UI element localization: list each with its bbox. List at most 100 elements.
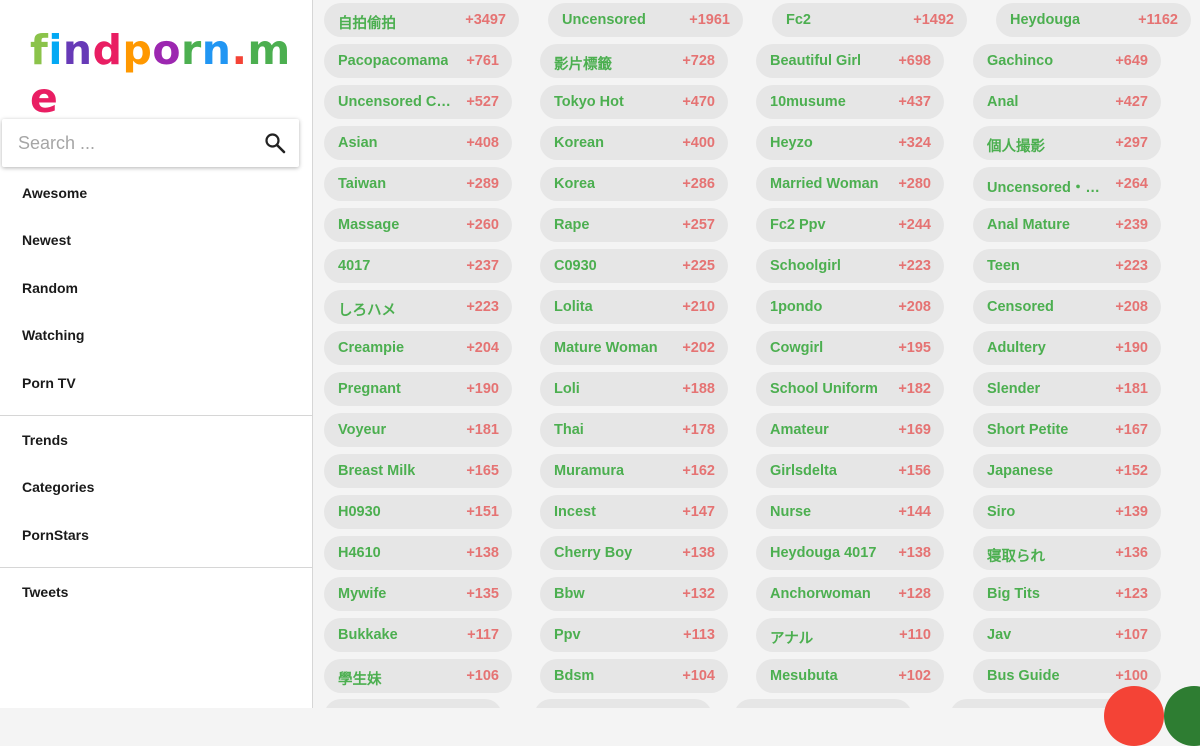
tag-count: +264	[1115, 176, 1148, 192]
tag-pill[interactable]: Girlsdelta +156	[756, 454, 944, 488]
tag-pill[interactable]: Heydouga +1162	[996, 3, 1191, 37]
menu-item-newest[interactable]: Newest	[22, 232, 71, 248]
tag-pill[interactable]: Muramura +162	[540, 454, 728, 488]
tag-pill[interactable]: Anal +427	[973, 85, 1161, 119]
tag-pill[interactable]: Gachinco +649	[973, 44, 1161, 78]
tag-pill[interactable]: Beautiful Girl +698	[756, 44, 944, 78]
tag-pill[interactable]: Teen +223	[973, 249, 1161, 283]
tag-pill[interactable]: Rape +257	[540, 208, 728, 242]
tag-count: +100	[1115, 668, 1148, 684]
tag-pill[interactable]: Fc2 +1492	[772, 3, 967, 37]
tag-pill[interactable]: Cowgirl +195	[756, 331, 944, 365]
tag-pill[interactable]: Mesubuta +102	[756, 659, 944, 693]
tag-pill[interactable]: Slender +181	[973, 372, 1161, 406]
tag-pill[interactable]: Tokyo Hot +470	[540, 85, 728, 119]
tag-pill[interactable]: 學生妹 +106	[324, 659, 512, 693]
tag-pill[interactable]: Anchorwoman +128	[756, 577, 944, 611]
tag-name: Creampie	[338, 340, 405, 356]
tag-pill[interactable]: Mature Woman +202	[540, 331, 728, 365]
tag-pill[interactable]: 10musume +437	[756, 85, 944, 119]
tag-name: Heyzo	[770, 135, 813, 151]
fab-button-red[interactable]	[1104, 686, 1164, 746]
menu-item-random[interactable]: Random	[22, 280, 78, 296]
tag-pill[interactable]: アナル +110	[756, 618, 944, 652]
tag-pill[interactable]	[324, 699, 502, 708]
tag-pill[interactable]: Pregnant +190	[324, 372, 512, 406]
menu-item-trends[interactable]: Trends	[22, 432, 68, 448]
tag-pill[interactable]: Lolita +210	[540, 290, 728, 324]
tag-count: +223	[466, 299, 499, 315]
tag-pill[interactable]: Massage +260	[324, 208, 512, 242]
menu-item-porn-tv[interactable]: Porn TV	[22, 375, 76, 391]
tag-name: Fc2	[786, 12, 811, 28]
menu-item-awesome[interactable]: Awesome	[22, 185, 87, 201]
tag-pill[interactable]: Taiwan +289	[324, 167, 512, 201]
tag-pill[interactable]	[734, 699, 912, 708]
tag-pill[interactable]: Adultery +190	[973, 331, 1161, 365]
tag-pill[interactable]: H4610 +138	[324, 536, 512, 570]
tag-pill[interactable]: Korea +286	[540, 167, 728, 201]
tag-pill[interactable]: Breast Milk +165	[324, 454, 512, 488]
tag-pill[interactable]: Nurse +144	[756, 495, 944, 529]
tag-pill[interactable]: Bukkake +117	[324, 618, 512, 652]
tag-pill[interactable]: C0930 +225	[540, 249, 728, 283]
tag-pill[interactable]: Mywife +135	[324, 577, 512, 611]
tag-pill[interactable]: 4017 +237	[324, 249, 512, 283]
tag-pill[interactable]: Uncensored Creampie +527	[324, 85, 512, 119]
tag-pill[interactable]: Heydouga 4017 +138	[756, 536, 944, 570]
tag-name: Adultery	[987, 340, 1046, 356]
menu-item-categories[interactable]: Categories	[22, 479, 94, 495]
tag-pill[interactable]: Siro +139	[973, 495, 1161, 529]
tag-pill[interactable]: Loli +188	[540, 372, 728, 406]
tag-pill[interactable]: Pacopacomama +761	[324, 44, 512, 78]
tag-pill[interactable]: Creampie +204	[324, 331, 512, 365]
tag-pill[interactable]: 寝取られ +136	[973, 536, 1161, 570]
tag-pill[interactable]: 個人撮影 +297	[973, 126, 1161, 160]
tag-count: +113	[683, 627, 715, 643]
tag-count: +728	[682, 53, 715, 69]
tag-pill[interactable]: Uncensored・無修正 +264	[973, 167, 1161, 201]
menu-item-watching[interactable]: Watching	[22, 327, 84, 343]
tag-pill[interactable]	[534, 699, 712, 708]
tag-pill[interactable]: しろハメ +223	[324, 290, 512, 324]
tag-pill[interactable]	[950, 699, 1128, 708]
tag-pill[interactable]: Asian +408	[324, 126, 512, 160]
tag-pill[interactable]: Married Woman +280	[756, 167, 944, 201]
tag-pill[interactable]: Korean +400	[540, 126, 728, 160]
site-logo[interactable]: findporn.me	[30, 26, 312, 122]
tag-pill[interactable]: Voyeur +181	[324, 413, 512, 447]
search-input[interactable]	[18, 131, 248, 155]
tag-pill[interactable]: Heyzo +324	[756, 126, 944, 160]
tag-pill[interactable]: Bdsm +104	[540, 659, 728, 693]
tag-pill[interactable]: Big Tits +123	[973, 577, 1161, 611]
tag-pill[interactable]: Amateur +169	[756, 413, 944, 447]
tag-pill[interactable]: Bbw +132	[540, 577, 728, 611]
tag-pill[interactable]: School Uniform +182	[756, 372, 944, 406]
tag-count: +223	[1115, 258, 1148, 274]
tag-pill[interactable]: Jav +107	[973, 618, 1161, 652]
tag-pill[interactable]: Incest +147	[540, 495, 728, 529]
tag-pill[interactable]: 自拍偷拍 +3497	[324, 3, 519, 37]
tag-pill[interactable]: Schoolgirl +223	[756, 249, 944, 283]
tag-name: Girlsdelta	[770, 463, 837, 479]
search-icon[interactable]	[263, 131, 287, 155]
menu-item-pornstars[interactable]: PornStars	[22, 527, 89, 543]
tag-pill[interactable]: Uncensored +1961	[548, 3, 743, 37]
tag-count: +257	[682, 217, 715, 233]
tag-pill[interactable]: Short Petite +167	[973, 413, 1161, 447]
tag-pill[interactable]: Ppv +113	[540, 618, 728, 652]
tag-count: +132	[682, 586, 715, 602]
tag-pill[interactable]: Anal Mature +239	[973, 208, 1161, 242]
tag-pill[interactable]: Thai +178	[540, 413, 728, 447]
tag-name: Incest	[554, 504, 596, 520]
tag-pill[interactable]: Cherry Boy +138	[540, 536, 728, 570]
tag-pill[interactable]: 1pondo +208	[756, 290, 944, 324]
tag-pill[interactable]: H0930 +151	[324, 495, 512, 529]
tag-pill[interactable]: 影片標籤 +728	[540, 44, 728, 78]
tag-pill[interactable]: Japanese +152	[973, 454, 1161, 488]
tag-count: +3497	[465, 12, 506, 28]
tag-pill[interactable]: Fc2 Ppv +244	[756, 208, 944, 242]
tag-pill[interactable]: Censored +208	[973, 290, 1161, 324]
tag-count: +138	[466, 545, 499, 561]
menu-item-tweets[interactable]: Tweets	[22, 584, 68, 600]
